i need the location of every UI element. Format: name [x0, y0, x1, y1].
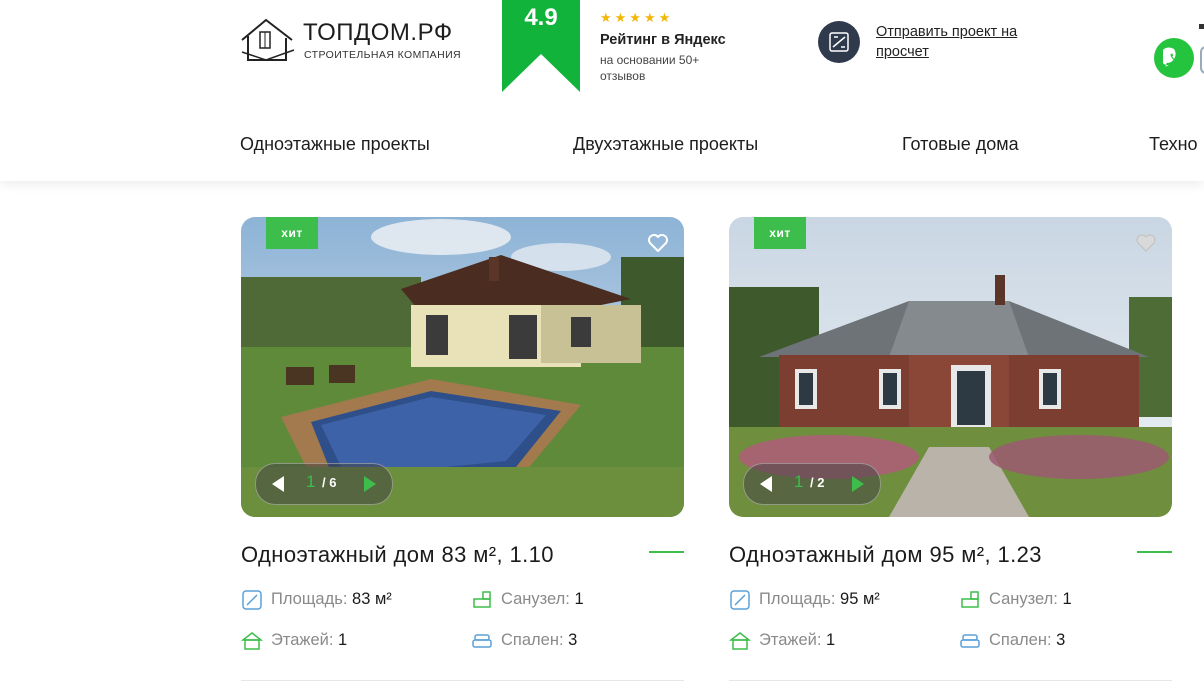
send-project-link[interactable]: Отправить проект на просчет	[876, 22, 1026, 62]
hit-badge: хит	[754, 217, 806, 249]
spec-bathroom-value: 1	[1062, 590, 1072, 608]
nav-two-storey[interactable]: Двухэтажные проекты	[573, 134, 758, 155]
nav-ready-houses[interactable]: Готовые дома	[902, 134, 1019, 155]
spec-bathroom-value: 1	[574, 590, 584, 608]
card-divider	[729, 680, 1172, 681]
rating-subtitle: на основании 50+ отзывов	[600, 53, 700, 83]
spec-floors-value: 1	[826, 631, 836, 649]
project-photo[interactable]: хит 1 / 6	[241, 217, 684, 517]
spec-bathroom-label: Санузел:	[989, 590, 1058, 608]
title-accent-line	[1137, 551, 1172, 553]
spec-bathroom-label: Санузел:	[501, 590, 570, 608]
spec-floors-value: 1	[338, 631, 348, 649]
slide-total: / 2	[810, 475, 825, 490]
slide-current: 1	[306, 472, 316, 491]
logo-name: ТОПДОМ.РФ	[303, 19, 453, 46]
project-title[interactable]: Одноэтажный дом 95 м², 1.23	[729, 542, 1042, 568]
heart-icon[interactable]	[1134, 231, 1158, 255]
spec-bedrooms-label: Спален:	[989, 631, 1052, 649]
slide-current: 1	[794, 472, 804, 491]
spec-bedrooms-label: Спален:	[501, 631, 564, 649]
project-title[interactable]: Одноэтажный дом 83 м², 1.10	[241, 542, 554, 568]
bathroom-icon	[473, 591, 491, 608]
bed-icon	[472, 634, 492, 648]
prev-arrow-icon[interactable]	[268, 474, 288, 494]
calculator-icon[interactable]	[818, 21, 860, 63]
rating-title: Рейтинг в Яндекс	[600, 32, 726, 48]
whatsapp-icon[interactable]	[1154, 38, 1194, 78]
spec-area-label: Площадь:	[759, 590, 836, 608]
messenger-icon[interactable]	[1200, 46, 1204, 74]
card-divider	[241, 680, 684, 681]
spec-area-label: Площадь:	[271, 590, 348, 608]
spec-area-value: 83 м²	[352, 590, 392, 608]
nav-technologies[interactable]: Техно	[1149, 134, 1198, 155]
bed-icon	[960, 634, 980, 648]
spec-floors-label: Этажей:	[271, 631, 334, 649]
spec-bedrooms-value: 3	[1056, 631, 1066, 649]
house-logo-icon	[241, 18, 295, 61]
spec-bedrooms-value: 3	[568, 631, 578, 649]
spec-area-value: 95 м²	[840, 590, 880, 608]
bathroom-icon	[961, 591, 979, 608]
logo-subtitle: СТРОИТЕЛЬНАЯ КОМПАНИЯ	[304, 49, 461, 61]
project-card[interactable]: хит 1 / 2 Одноэтажный дом 95 м², 1.23 Пл…	[729, 217, 1172, 681]
heart-icon[interactable]	[646, 231, 670, 255]
project-card[interactable]: хит 1 / 6 Одноэтажный дом 83 м², 1.10 Пл…	[241, 217, 684, 681]
floors-icon	[241, 632, 263, 650]
project-photo[interactable]: хит 1 / 2	[729, 217, 1172, 517]
photo-slider-controls: 1 / 6	[255, 463, 393, 505]
logo[interactable]: ТОПДОМ.РФ СТРОИТЕЛЬНАЯ КОМПАНИЯ	[240, 16, 470, 66]
site-header: ТОПДОМ.РФ СТРОИТЕЛЬНАЯ КОМПАНИЯ 4.9 ★★★★…	[0, 0, 1204, 181]
spec-floors-label: Этажей:	[759, 631, 822, 649]
title-accent-line	[649, 551, 684, 553]
prev-arrow-icon[interactable]	[756, 474, 776, 494]
floors-icon	[729, 632, 751, 650]
area-icon	[730, 590, 750, 610]
rating-value: 4.9	[524, 4, 558, 31]
area-icon	[242, 590, 262, 610]
photo-slider-controls: 1 / 2	[743, 463, 881, 505]
next-arrow-icon[interactable]	[848, 474, 868, 494]
nav-one-storey[interactable]: Одноэтажные проекты	[240, 134, 430, 155]
header-edge-mark	[1199, 24, 1204, 29]
rating-stars-icon: ★★★★★	[600, 10, 674, 25]
main-nav: Одноэтажные проекты Двухэтажные проекты …	[0, 134, 1204, 164]
slide-total: / 6	[322, 475, 337, 490]
next-arrow-icon[interactable]	[360, 474, 380, 494]
hit-badge: хит	[266, 217, 318, 249]
rating-badge: 4.9	[502, 0, 580, 92]
